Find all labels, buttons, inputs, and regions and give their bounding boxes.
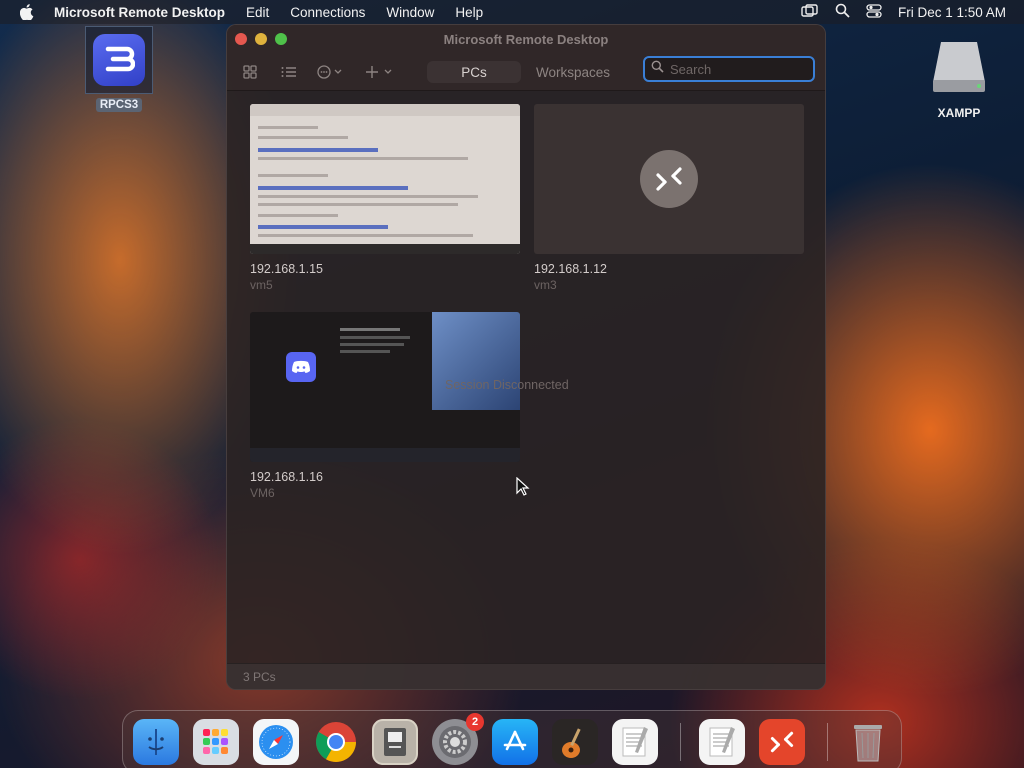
- dock-remote-desktop[interactable]: [759, 719, 805, 765]
- menu-connections[interactable]: Connections: [290, 5, 365, 20]
- pc-name: 192.168.1.12: [534, 262, 607, 276]
- pc-name: 192.168.1.15: [250, 262, 323, 276]
- trash-icon: [854, 725, 882, 762]
- disk-drive-icon: [933, 42, 985, 92]
- rpcs3-selection-frame: [85, 26, 153, 94]
- app-store-icon: [503, 730, 527, 751]
- pc-friendly-name: vm5: [250, 278, 273, 292]
- dock: 2: [122, 710, 902, 768]
- add-menu-icon[interactable]: [365, 61, 395, 83]
- pc-thumbnail[interactable]: [250, 104, 520, 254]
- pc-card[interactable]: 192.168.1.16 VM6: [250, 312, 520, 500]
- textedit-icon: [622, 727, 648, 757]
- notification-badge: 2: [466, 713, 484, 731]
- mouse-pointer-icon: [516, 477, 530, 496]
- dock-app-store[interactable]: [492, 719, 538, 765]
- desktop-icon-rpcs3[interactable]: RPCS3: [84, 26, 154, 112]
- dock-preview[interactable]: [372, 719, 418, 765]
- pc-name: 192.168.1.16: [250, 470, 323, 484]
- list-view-icon[interactable]: [281, 61, 297, 83]
- dock-textedit[interactable]: [612, 719, 658, 765]
- dock-trash[interactable]: [845, 719, 891, 765]
- window-title: Microsoft Remote Desktop: [443, 32, 609, 47]
- control-center-icon[interactable]: [866, 3, 882, 21]
- search-input[interactable]: [670, 61, 810, 77]
- desktop-wallpaper-preview: [432, 312, 520, 410]
- screen-mirroring-icon[interactable]: [801, 3, 819, 21]
- session-disconnected-text: Session Disconnected: [445, 378, 569, 392]
- search-field[interactable]: [643, 56, 815, 82]
- launchpad-icon: [203, 729, 228, 754]
- dock-separator: [680, 723, 681, 761]
- menu-bar: Microsoft Remote Desktop Edit Connection…: [0, 0, 1024, 24]
- desktop-icon-xampp[interactable]: XAMPP: [926, 36, 992, 120]
- discord-icon: [286, 352, 316, 382]
- tab-workspaces[interactable]: Workspaces: [525, 61, 621, 83]
- pc-card[interactable]: 192.168.1.15 vm5: [250, 104, 520, 292]
- remote-desktop-logo-icon: [770, 731, 794, 753]
- xampp-label: XAMPP: [937, 106, 981, 120]
- dock-chrome[interactable]: [313, 719, 359, 765]
- rpcs3-label: RPCS3: [95, 98, 143, 112]
- remote-desktop-window: Microsoft Remote Desktop PCs Workspaces: [226, 24, 826, 690]
- dock-safari[interactable]: [253, 719, 299, 765]
- dock-finder[interactable]: [133, 719, 179, 765]
- pc-count: 3 PCs: [243, 670, 276, 684]
- search-icon: [651, 60, 664, 78]
- dock-textedit-document[interactable]: [699, 719, 745, 765]
- menu-app-name[interactable]: Microsoft Remote Desktop: [54, 5, 225, 20]
- tab-pcs[interactable]: PCs: [427, 61, 521, 83]
- menu-edit[interactable]: Edit: [246, 5, 269, 20]
- pc-friendly-name: vm3: [534, 278, 557, 292]
- pc-thumbnail[interactable]: [534, 104, 804, 254]
- guitar-icon: [562, 728, 581, 758]
- dock-garageband[interactable]: [552, 719, 598, 765]
- chrome-icon: [316, 722, 356, 762]
- remote-desktop-logo-icon: [640, 150, 698, 208]
- preview-icon: [384, 728, 406, 756]
- pc-card[interactable]: 192.168.1.12 vm3: [534, 104, 804, 292]
- more-actions-menu-icon[interactable]: [317, 61, 345, 83]
- finder-icon: [148, 729, 164, 755]
- menu-help[interactable]: Help: [455, 5, 483, 20]
- dock-separator: [827, 723, 828, 761]
- spotlight-search-icon[interactable]: [835, 3, 850, 21]
- menubar-clock[interactable]: Fri Dec 1 1:50 AM: [898, 5, 1006, 20]
- rpcs3-app-icon: [93, 34, 145, 86]
- dock-system-settings[interactable]: 2: [432, 713, 484, 765]
- menu-window[interactable]: Window: [386, 5, 434, 20]
- grid-view-icon[interactable]: [243, 61, 257, 83]
- window-titlebar[interactable]: Microsoft Remote Desktop PCs Workspaces: [227, 25, 825, 91]
- textedit-icon: [709, 727, 735, 757]
- pc-friendly-name: VM6: [250, 486, 275, 500]
- dock-launchpad[interactable]: [193, 719, 239, 765]
- apple-menu-icon[interactable]: [0, 4, 54, 20]
- status-bar: 3 PCs: [227, 663, 825, 689]
- safari-compass-icon: [259, 725, 293, 759]
